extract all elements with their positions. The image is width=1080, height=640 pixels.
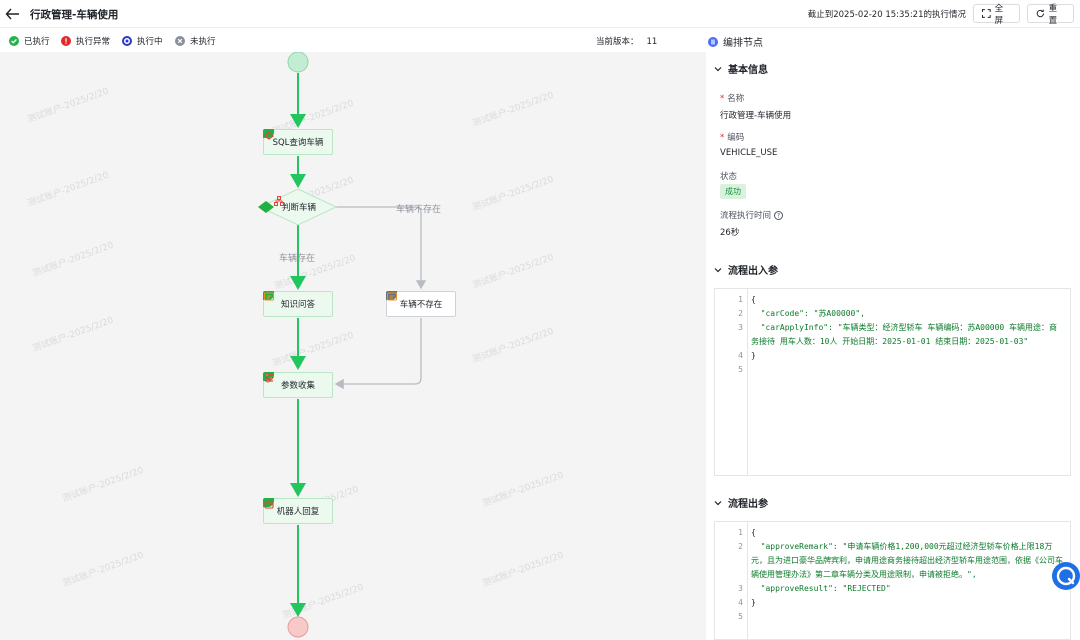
form-icon: [265, 373, 273, 383]
line-number: 1: [738, 528, 743, 537]
line-gutter: 1 2 3 4 5: [715, 522, 748, 639]
flow-edges: [258, 52, 427, 638]
line-number: 1: [738, 295, 743, 304]
reset-button[interactable]: 重置: [1027, 3, 1074, 26]
node-bot-reply[interactable]: 机器人回复: [263, 498, 333, 524]
code-line: }: [751, 351, 756, 360]
section-basic-info-header[interactable]: 基本信息: [714, 61, 768, 76]
error-circle-icon: [61, 36, 71, 46]
line-number: 2: [738, 309, 743, 318]
section-output-header[interactable]: 流程出参: [714, 495, 768, 510]
execution-time-text: 截止到2025-02-20 15:35:21的执行情况: [807, 10, 966, 20]
legend-executed: 已执行: [9, 35, 50, 47]
duration-value: 26秒: [720, 228, 740, 238]
line-number: 4: [738, 598, 743, 607]
help-circle-icon[interactable]: ?: [774, 210, 784, 220]
start-node[interactable]: [287, 52, 309, 73]
code-label: * 编码: [720, 133, 745, 143]
node-label: SQL查询车辆: [272, 138, 324, 148]
line-number: 2: [738, 542, 743, 551]
fullscreen-icon: [982, 9, 991, 18]
check-circle-icon: [9, 36, 19, 46]
line-number: 5: [738, 612, 743, 621]
info-icon: [708, 36, 718, 47]
running-circle-icon: [122, 36, 132, 46]
branch-icon: [274, 196, 284, 206]
page-title: 行政管理-车辆使用: [30, 9, 119, 21]
duration-label: 流程执行时间 ?: [720, 209, 784, 221]
chevron-down-icon: [714, 267, 722, 272]
code-line: "carCode": "苏A00000",: [751, 309, 865, 318]
panel-title: 编排节点: [723, 38, 763, 49]
node-label: 参数收集: [280, 381, 315, 391]
version-info: 当前版本： 11: [596, 35, 657, 47]
svg-text:?: ?: [777, 212, 780, 219]
line-gutter: 1 2 3 4 5: [715, 289, 748, 475]
section-title: 流程出参: [728, 499, 768, 510]
reset-label: 重置: [1048, 3, 1058, 26]
legend-error: 执行异常: [61, 35, 110, 47]
line-number: 5: [738, 365, 743, 374]
legend-not-executed: 未执行: [175, 35, 216, 47]
chevron-down-icon: [714, 500, 722, 505]
assistant-float-button[interactable]: [1052, 562, 1080, 590]
legend-label: 执行中: [137, 37, 163, 47]
code-line: {: [751, 528, 756, 537]
robot-icon: [264, 500, 274, 509]
legend-running: 执行中: [122, 35, 163, 47]
chat-icon: [387, 292, 397, 301]
database-icon: [264, 131, 274, 140]
node-detail-panel: 编排节点 基本信息 * 名称 行政管理-车辆使用 * 编码 VEHICLE_USE …: [706, 29, 1080, 640]
section-inout-header[interactable]: 流程出入参: [714, 262, 778, 277]
back-arrow-icon[interactable]: [4, 5, 22, 23]
code-line: }: [751, 598, 756, 607]
line-number: 3: [738, 584, 743, 593]
code-line: "carApplyInfo": "车辆类型：经济型轿车 车辆编码：苏A00000…: [751, 323, 1058, 346]
fullscreen-label: 全屏: [994, 3, 1004, 26]
node-label: 判断车辆: [281, 203, 316, 213]
node-vehicle-not-exist[interactable]: 车辆不存在: [386, 291, 456, 317]
node-knowledge-qa[interactable]: 知识问答: [263, 291, 333, 317]
fullscreen-button[interactable]: 全屏: [973, 3, 1020, 26]
code-line: "approveRemark": "申请车辆价格1,200,000元超过经济型轿…: [751, 542, 1063, 579]
line-number: 3: [738, 323, 743, 332]
section-title: 流程出入参: [728, 266, 778, 277]
node-label: 知识问答: [280, 300, 315, 310]
status-label: 状态: [720, 172, 738, 182]
inout-code-editor[interactable]: 1 2 3 4 5 { "carCode": "苏A00000", "carAp…: [714, 288, 1071, 476]
status-tag: 成功: [720, 184, 746, 199]
node-label: 车辆不存在: [399, 300, 443, 310]
edge-label-not-exist: 车辆不存在: [396, 205, 442, 215]
assistant-icon: [1056, 566, 1076, 586]
edge-label-exists: 车辆存在: [279, 254, 316, 264]
code-line: {: [751, 295, 756, 304]
line-number: 4: [738, 351, 743, 360]
legend-label: 执行异常: [76, 37, 111, 47]
node-param-collect[interactable]: 参数收集: [263, 372, 333, 398]
section-title: 基本信息: [728, 65, 768, 76]
end-node[interactable]: [287, 616, 309, 638]
version-label: 当前版本：: [596, 37, 639, 47]
name-label: * 名称: [720, 94, 745, 104]
chevron-down-icon: [714, 66, 722, 71]
flow-canvas[interactable]: 测试账户-2025/2/20 测试账户-2025/2/20 测试账户-2025/…: [0, 52, 706, 640]
top-bar: 行政管理-车辆使用 截止到2025-02-20 15:35:21的执行情况 全屏…: [0, 0, 1080, 28]
name-value: 行政管理-车辆使用: [720, 111, 792, 121]
version-value: 11: [646, 37, 658, 47]
node-label: 机器人回复: [276, 507, 320, 517]
chat-icon: [264, 292, 274, 301]
output-code-editor[interactable]: 1 2 3 4 5 { "approveRemark": "申请车辆价格1,20…: [714, 521, 1071, 640]
legend-label: 未执行: [190, 37, 216, 47]
node-judge[interactable]: 判断车辆: [274, 196, 324, 218]
legend-label: 已执行: [24, 37, 50, 47]
node-sql-query[interactable]: SQL查询车辆: [263, 129, 333, 155]
code-value: VEHICLE_USE: [720, 148, 778, 158]
not-executed-circle-icon: [175, 36, 185, 46]
code-line: "approveResult": "REJECTED": [751, 584, 891, 593]
legend-bar: 已执行 执行异常 执行中 未执行 当前版本： 11: [0, 29, 706, 52]
panel-header: 编排节点: [708, 34, 763, 49]
reset-icon: [1036, 9, 1044, 18]
